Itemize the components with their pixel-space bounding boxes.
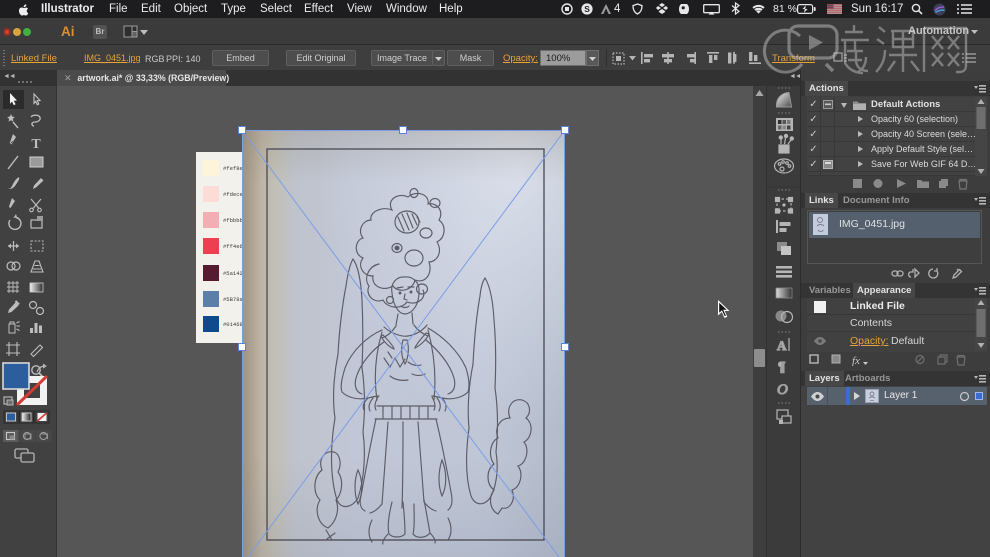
- svg-text:O: O: [777, 382, 788, 398]
- svg-text:#fbbbb: #fbbbb: [223, 217, 243, 224]
- svg-text:#5B78a: #5B78a: [223, 296, 244, 303]
- svg-text:S: S: [584, 4, 590, 14]
- svg-text:#ff4e6: #ff4e6: [223, 243, 243, 250]
- svg-text:#fef8e: #fef8e: [223, 165, 243, 172]
- svg-text:#01468: #01468: [223, 321, 243, 328]
- svg-text:A: A: [777, 338, 787, 353]
- svg-text:T: T: [31, 137, 41, 152]
- svg-text:fx: fx: [852, 355, 860, 366]
- svg-text:¶: ¶: [778, 359, 785, 374]
- svg-text:#fdece: #fdece: [223, 191, 243, 198]
- svg-text:#5a142: #5a142: [223, 270, 243, 277]
